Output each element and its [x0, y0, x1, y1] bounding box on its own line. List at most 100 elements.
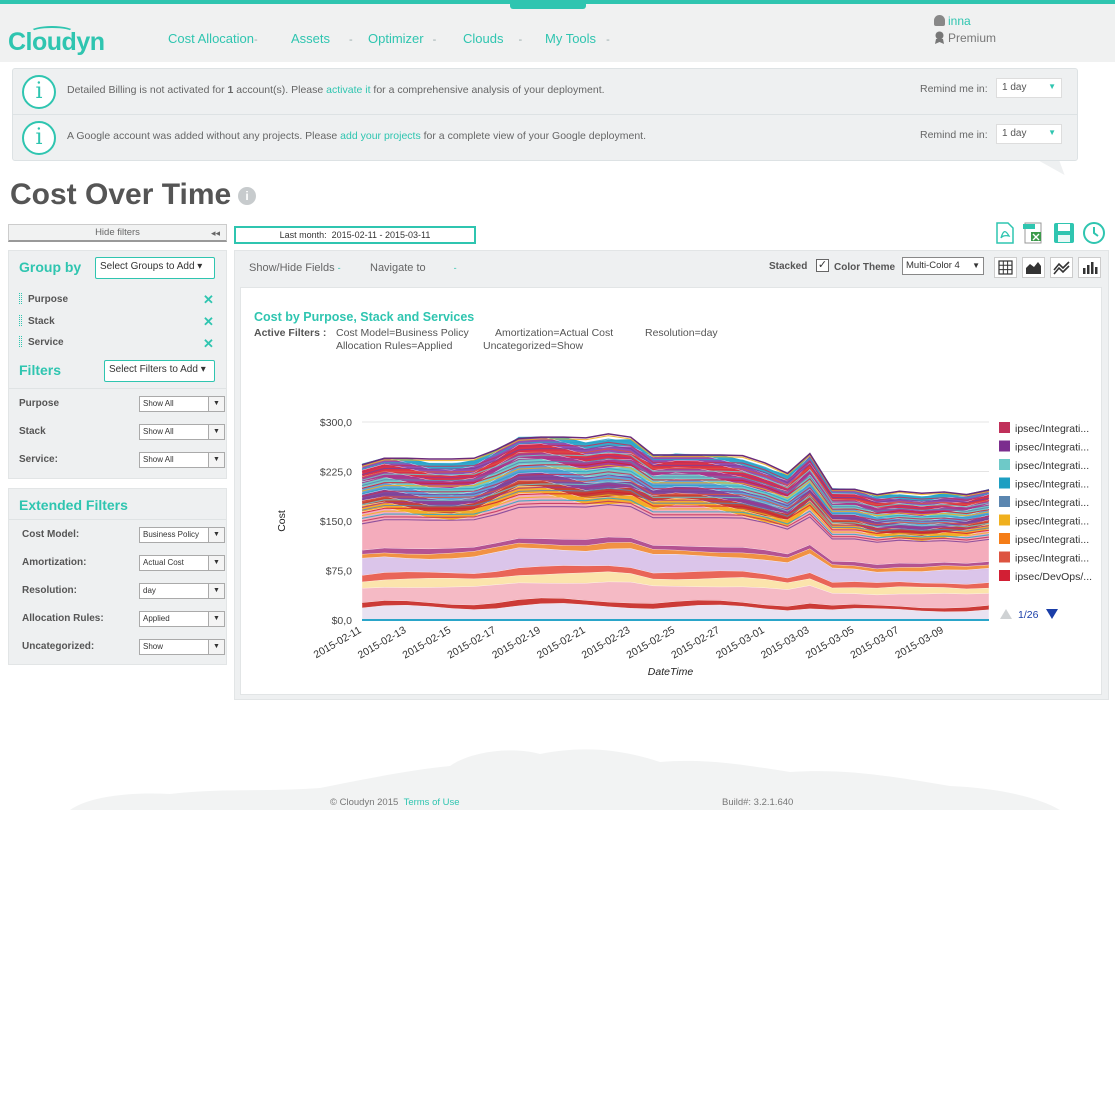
navigate-to-menu[interactable]: Navigate to - — [370, 262, 457, 274]
drag-handle-icon[interactable] — [19, 315, 22, 326]
nav-my-tools[interactable]: My Tools - — [545, 31, 610, 46]
remind-select[interactable]: 1 day ▼ — [996, 78, 1062, 98]
terms-link[interactable]: Terms of Use — [404, 797, 460, 808]
logo-text: Cloudyn — [8, 28, 105, 56]
x-tick-label: 2015-02-23 — [580, 624, 633, 661]
filter-service-select[interactable]: Show All ▼ — [139, 452, 225, 468]
copyright-text: © Cloudyn 2015 — [330, 797, 399, 808]
allocation-rules-select[interactable]: Applied ▼ — [139, 611, 225, 627]
group-item-label: Purpose — [28, 294, 69, 305]
footer-cloud-decoration — [70, 749, 1060, 810]
amortization-select[interactable]: Actual Cost ▼ — [139, 555, 225, 571]
save-icon[interactable] — [1052, 221, 1076, 245]
nav-label: Cost Allocation — [168, 31, 254, 46]
filters-title: Filters — [19, 362, 62, 378]
hide-filters-label: Hide filters — [95, 227, 140, 238]
chevron-down-icon: ▼ — [972, 261, 980, 270]
group-by-title: Group by — [19, 259, 82, 275]
user-name: inna — [948, 14, 971, 28]
nav-assets[interactable]: Assets - — [291, 31, 353, 46]
line-chart-icon — [1053, 261, 1070, 275]
table-view-button[interactable] — [994, 257, 1017, 278]
navigate-label: Navigate to — [370, 262, 426, 274]
legend-swatch — [999, 570, 1010, 581]
remind-label: Remind me in: — [920, 83, 988, 95]
hide-filters-button[interactable]: Hide filters ◂◂ — [8, 224, 227, 242]
filter-value: Show All — [143, 399, 174, 408]
caret-down-icon: ▾ — [197, 261, 203, 272]
show-hide-fields-menu[interactable]: Show/Hide Fields - — [249, 262, 341, 274]
color-theme-select[interactable]: Multi-Color 4 ▼ — [902, 257, 984, 275]
legend-page-indicator: 1/26 — [1018, 609, 1039, 621]
cost-model-select[interactable]: Business Policy ▼ — [139, 527, 225, 543]
plan-badge: Premium — [934, 31, 996, 45]
active-tab-indicator — [510, 0, 586, 9]
nav-label: Clouds — [463, 31, 504, 46]
nav-clouds[interactable]: Clouds - — [463, 31, 522, 46]
remove-group-purpose-icon[interactable]: ✕ — [203, 292, 214, 308]
stacked-area-chart[interactable]: $0,0$75,0$150,0$225,0$300,02015-02-11201… — [241, 288, 1101, 694]
legend-next-icon[interactable] — [1046, 609, 1058, 619]
resolution-select[interactable]: day ▼ — [139, 583, 225, 599]
group-item-purpose[interactable]: Purpose — [19, 293, 68, 305]
drag-handle-icon[interactable] — [19, 336, 22, 347]
legend-label: ipsec/Integrati... — [1015, 479, 1089, 491]
nav-optimizer[interactable]: Optimizer - — [368, 31, 436, 46]
nav-label: Assets — [291, 31, 331, 46]
select-groups-dropdown[interactable]: Select Groups to Add ▾ — [95, 257, 215, 279]
info-icon: i — [22, 75, 56, 109]
x-axis-title: DateTime — [648, 666, 694, 678]
notice-bubble-tail — [1039, 161, 1065, 175]
nav-cost-allocation[interactable]: Cost Allocation- — [168, 31, 258, 46]
group-item-stack[interactable]: Stack — [19, 315, 55, 327]
group-item-service[interactable]: Service — [19, 336, 64, 348]
csv-export-icon[interactable] — [1022, 221, 1046, 245]
select-filters-dropdown[interactable]: Select Filters to Add ▾ — [104, 360, 215, 382]
line-chart-button[interactable] — [1050, 257, 1073, 278]
page-info-icon[interactable]: i — [238, 187, 256, 205]
filter-value: Applied — [143, 614, 170, 623]
y-tick-label: $225,0 — [320, 467, 352, 479]
x-tick-label: 2015-02-17 — [445, 624, 498, 661]
date-range-picker[interactable]: Last month: 2015-02-11 - 2015-03-11 — [234, 226, 476, 244]
schedule-clock-icon[interactable] — [1082, 221, 1106, 245]
add-projects-link[interactable]: add your projects — [340, 130, 421, 142]
legend-label: ipsec/Integrati... — [1015, 497, 1089, 509]
dropdown-arrow-icon: ▼ — [208, 528, 224, 542]
filter-value: Show All — [143, 427, 174, 436]
date-range-label: Last month: — [279, 230, 327, 240]
y-tick-label: $75,0 — [326, 566, 352, 578]
legend-label: ipsec/Integrati... — [1015, 516, 1089, 528]
ext-filter-label: Allocation Rules: — [22, 613, 104, 624]
area-chart-button[interactable] — [1022, 257, 1045, 278]
activate-link[interactable]: activate it — [326, 84, 370, 96]
billing-notice: i Detailed Billing is not activated for … — [13, 69, 1077, 115]
x-tick-label: 2015-03-07 — [848, 624, 901, 661]
legend-label: ipsec/Integrati... — [1015, 460, 1089, 472]
user-icon — [934, 15, 945, 26]
ext-filter-label: Amortization: — [22, 557, 87, 568]
chevron-down-icon: ▼ — [1048, 128, 1056, 137]
remove-group-service-icon[interactable]: ✕ — [203, 336, 214, 352]
filter-stack-select[interactable]: Show All ▼ — [139, 424, 225, 440]
table-icon — [998, 260, 1013, 275]
top-navigation-bar: Cloudyn Cost Allocation- Assets - Optimiz… — [0, 0, 1115, 62]
x-tick-label: 2015-02-15 — [401, 624, 454, 661]
pdf-export-icon[interactable] — [993, 221, 1017, 245]
y-tick-label: $0,0 — [332, 615, 353, 627]
stacked-checkbox[interactable]: ✓ — [816, 259, 829, 272]
legend-swatch — [999, 551, 1010, 563]
filter-purpose-select[interactable]: Show All ▼ — [139, 396, 225, 412]
plan-name: Premium — [948, 31, 997, 45]
user-menu[interactable]: inna — [934, 14, 971, 28]
remove-group-stack-icon[interactable]: ✕ — [203, 314, 214, 330]
notice-text-part: account(s). Please — [233, 84, 327, 96]
filter-value: day — [143, 586, 156, 595]
remind-select[interactable]: 1 day ▼ — [996, 124, 1062, 144]
uncategorized-select[interactable]: Show ▼ — [139, 639, 225, 655]
dropdown-arrow-icon: ▼ — [208, 640, 224, 654]
nav-dropdown-icon: - — [518, 34, 523, 46]
bar-chart-button[interactable] — [1078, 257, 1101, 278]
notification-area: i Detailed Billing is not activated for … — [12, 68, 1078, 161]
drag-handle-icon[interactable] — [19, 293, 22, 304]
